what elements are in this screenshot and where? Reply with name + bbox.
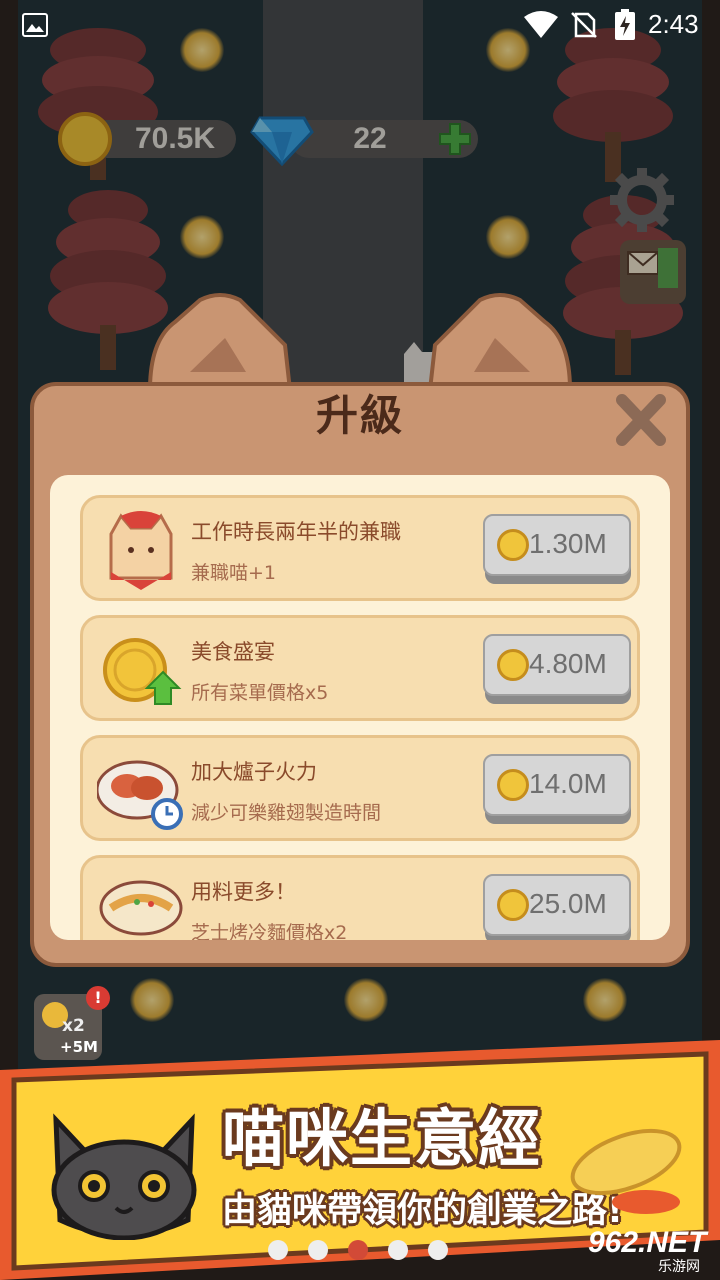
status-bar: 2:43 <box>0 0 720 50</box>
upgrade-name: 工作時長兩年半的兼職 <box>191 520 401 544</box>
carousel-dot[interactable] <box>268 1240 288 1260</box>
carousel-indicator <box>268 1240 458 1260</box>
carousel-dot[interactable] <box>308 1240 328 1260</box>
wifi-icon <box>524 11 558 38</box>
upgrade-dialog: 升級 工作時長兩年半的兼職 兼職喵+1 1.30M 美食盛宴 所有菜單價格x5 … <box>0 0 720 1000</box>
carousel-dot[interactable] <box>428 1240 448 1260</box>
paw-coin-icon <box>497 529 529 561</box>
banner-title: 喵咪生意經 <box>222 1102 543 1175</box>
upgrade-list[interactable]: 工作時長兩年半的兼職 兼職喵+1 1.30M 美食盛宴 所有菜單價格x5 4.8… <box>50 475 670 940</box>
close-icon[interactable] <box>610 390 672 450</box>
upgrade-item: 工作時長兩年半的兼職 兼職喵+1 1.30M <box>80 495 640 601</box>
upgrade-name: 美食盛宴 <box>191 640 275 664</box>
upgrade-description: 芝士烤冷麵價格x2 <box>191 922 348 940</box>
upgrade-price: 14.0M <box>529 768 607 799</box>
upgrade-name: 加大爐子火力 <box>191 760 317 784</box>
watermark-brand: 962.NET <box>588 1226 707 1259</box>
no-sim-icon <box>571 12 597 38</box>
paw-coin-icon <box>497 649 529 681</box>
cat-worker-icon <box>109 511 173 590</box>
upgrade-item: 美食盛宴 所有菜單價格x5 4.80M <box>80 615 640 721</box>
upgrade-description: 減少可樂雞翅製造時間 <box>191 802 382 824</box>
upgrade-description: 所有菜單價格x5 <box>191 682 329 704</box>
noodle-bowl-icon <box>99 880 183 936</box>
upgrade-price: 25.0M <box>529 888 607 919</box>
paw-coin-icon <box>497 769 529 801</box>
buy-upgrade-button[interactable]: 25.0M <box>483 874 633 940</box>
coin-up-icon <box>103 638 182 705</box>
cat-ears-frame <box>147 293 573 392</box>
upgrade-description: 兼職喵+1 <box>191 562 277 584</box>
clock: 2:43 <box>648 9 699 39</box>
buy-upgrade-button[interactable]: 14.0M <box>483 754 633 826</box>
image-notification-icon <box>22 13 48 37</box>
buy-upgrade-button[interactable]: 4.80M <box>483 634 633 706</box>
black-cat-mascot <box>51 1113 197 1240</box>
chicken-wings-icon <box>97 760 183 830</box>
upgrade-name: 用料更多！ <box>191 880 296 904</box>
site-watermark: 962.NET 乐游网 <box>588 1226 718 1278</box>
upgrade-price: 4.80M <box>529 648 607 679</box>
boost-multiplier: x2 <box>62 1016 85 1036</box>
watermark-sub: 乐游网 <box>658 1259 700 1275</box>
upgrade-item: 用料更多！ 芝士烤冷麵價格x2 25.0M <box>80 855 640 940</box>
paw-coin-icon <box>497 889 529 921</box>
upgrade-item: 加大爐子火力 減少可樂雞翅製造時間 14.0M <box>80 735 640 841</box>
carousel-dot-active[interactable] <box>348 1240 368 1260</box>
carousel-dot[interactable] <box>388 1240 408 1260</box>
battery-charging-icon <box>615 9 635 40</box>
upgrade-price: 1.30M <box>529 528 607 559</box>
buy-upgrade-button[interactable]: 1.30M <box>483 514 633 586</box>
dialog-title: 升級 <box>315 391 404 440</box>
tempura-icon <box>570 1128 682 1214</box>
